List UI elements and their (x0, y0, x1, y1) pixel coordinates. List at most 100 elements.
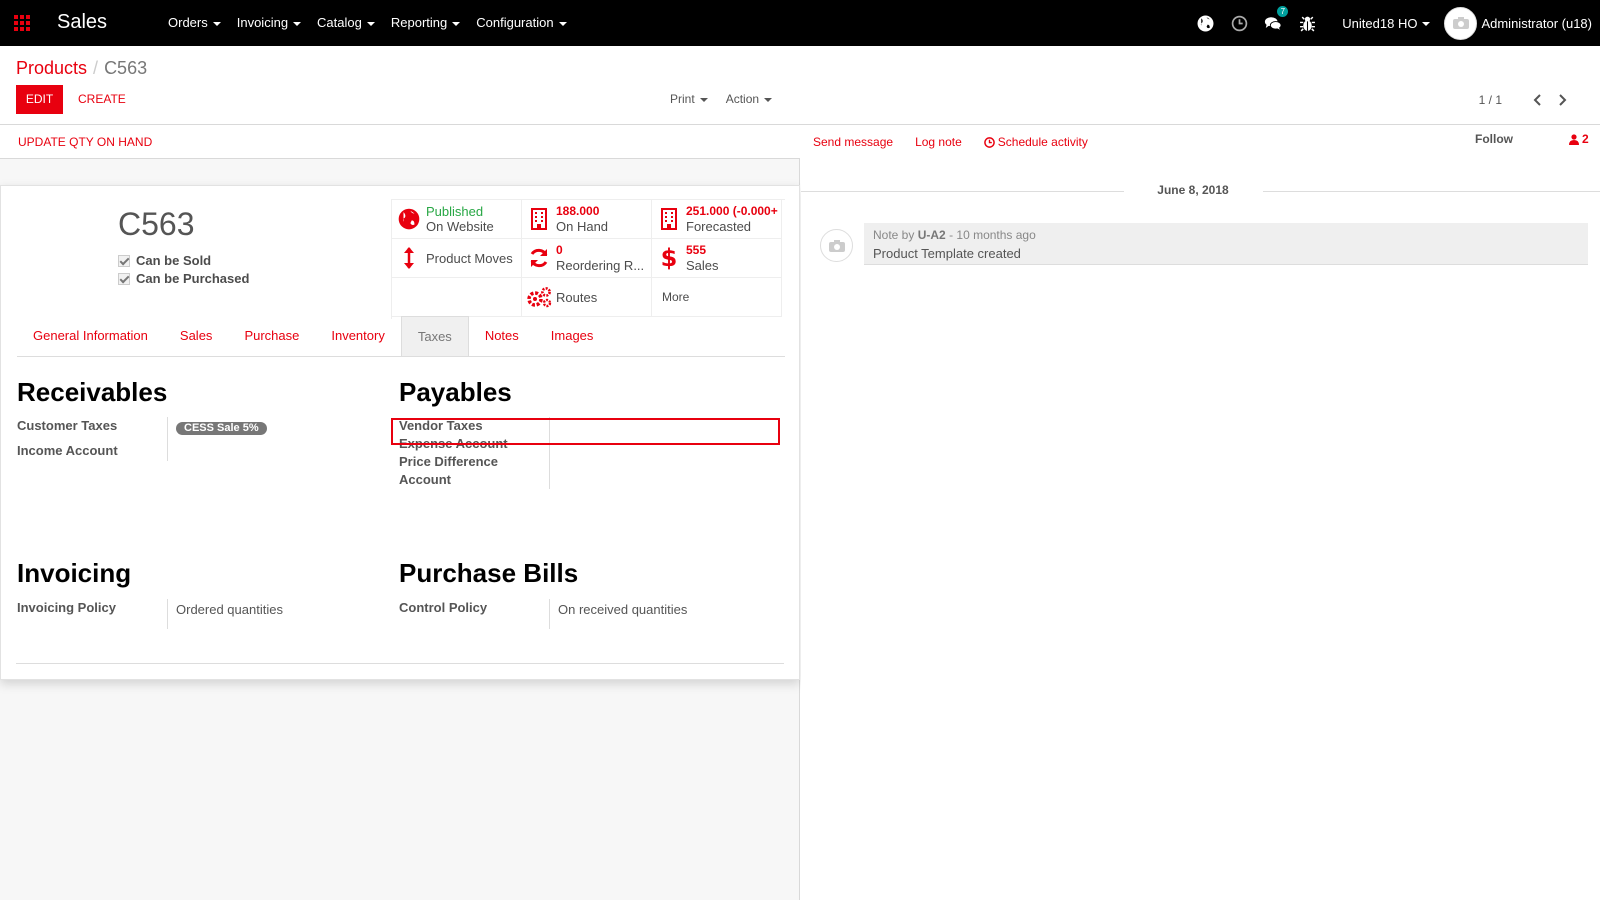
more-label: More (662, 289, 690, 304)
print-dropdown[interactable]: Print (670, 85, 708, 114)
chat-icon[interactable]: 7 (1264, 6, 1289, 32)
product-name: C563 (118, 206, 195, 242)
tab-inventory[interactable]: Inventory (315, 316, 400, 356)
invoicing-policy-value: Ordered quantities (176, 602, 283, 617)
note-author[interactable]: U-A2 (918, 228, 946, 242)
company-switcher[interactable]: United18 HO (1342, 16, 1431, 31)
published-label: On Website (426, 219, 494, 234)
chatter-message: Note by U-A2 - 10 months ago Product Tem… (864, 223, 1588, 265)
menu-invoicing[interactable]: Invoicing (229, 0, 309, 46)
caret-down-icon (699, 97, 708, 102)
sales-button[interactable]: $ 555 Sales (652, 239, 782, 278)
on-hand-button[interactable]: 188.000 On Hand (522, 200, 652, 239)
globe-icon (398, 208, 420, 230)
action-dropdown[interactable]: Action (726, 85, 773, 114)
published-value: Published (426, 204, 484, 219)
apps-menu-icon[interactable] (14, 15, 31, 31)
tab-purchase[interactable]: Purchase (228, 316, 315, 356)
field-divider (549, 599, 550, 629)
product-moves-button[interactable]: Product Moves (392, 239, 522, 278)
control-panel: Products / C563 EDIT CREATE Print Action 1… (0, 46, 1600, 125)
building-icon (531, 208, 547, 230)
date-separator: June 8, 2018 (1157, 183, 1229, 197)
can-be-purchased-checkbox[interactable] (118, 272, 130, 285)
log-note-button[interactable]: Log note (915, 135, 962, 149)
reordering-label: Reordering R... (556, 258, 645, 273)
pager-value[interactable]: 1 / 1 (1479, 93, 1502, 107)
chatter: Send message Log note Schedule activity … (801, 125, 1600, 900)
breadcrumb: Products / C563 (16, 58, 147, 79)
can-be-sold-checkbox[interactable] (118, 254, 130, 267)
menu-reporting[interactable]: Reporting (383, 0, 468, 46)
message-header: Note by U-A2 - 10 months ago (873, 228, 1579, 242)
price-difference-label: Price Difference (399, 454, 498, 469)
form-statusbar: UPDATE QTY ON HAND (0, 125, 800, 159)
chatter-topbar: Send message Log note Schedule activity (813, 135, 1110, 149)
tab-taxes[interactable]: Taxes (400, 316, 469, 356)
control-policy-value: On received quantities (558, 602, 688, 617)
more-button[interactable]: More (652, 278, 782, 317)
chat-badge: 7 (1277, 6, 1289, 17)
field-divider (167, 599, 168, 629)
schedule-activity-button[interactable]: Schedule activity (983, 135, 1088, 149)
reordering-rules-button[interactable]: 0 Reordering R... (522, 239, 652, 278)
note-time: - 10 months ago (949, 228, 1036, 242)
note-prefix: Note by (873, 228, 915, 242)
routes-label: Routes (556, 289, 598, 305)
user-menu[interactable]: Administrator (u18) (1444, 6, 1592, 40)
chevron-left-icon[interactable] (1530, 93, 1544, 107)
avatar[interactable] (820, 229, 853, 262)
svg-text:$: $ (661, 245, 677, 271)
menu-orders[interactable]: Orders (160, 0, 229, 46)
chevron-right-icon[interactable] (1556, 93, 1570, 107)
tab-notes[interactable]: Notes (469, 316, 535, 356)
sheet-divider (16, 663, 784, 664)
create-button[interactable]: CREATE (74, 85, 130, 114)
caret-down-icon (558, 21, 567, 26)
followers-button[interactable]: 2 (1569, 132, 1589, 146)
forecasted-value: 251.000 (-0.000+ (686, 204, 778, 218)
published-button[interactable]: Published On Website (392, 200, 522, 239)
reordering-value: 0 (556, 243, 563, 257)
smart-buttons: Published On Website 188.000 On Hand 251.0… (391, 199, 785, 319)
caret-down-icon (764, 97, 773, 102)
caret-down-icon (212, 21, 221, 26)
menu-configuration[interactable]: Configuration (468, 0, 574, 46)
user-name: Administrator (u18) (1481, 15, 1592, 31)
main-menu: Orders Invoicing Catalog Reporting Confi… (160, 0, 575, 46)
globe-icon[interactable] (1196, 14, 1214, 32)
menu-catalog[interactable]: Catalog (309, 0, 383, 46)
on-hand-value: 188.000 (556, 204, 600, 218)
pager: 1 / 1 (1479, 85, 1570, 114)
breadcrumb-products[interactable]: Products (16, 58, 87, 78)
form-view: UPDATE QTY ON HAND C563 Can be Sold Can … (0, 125, 800, 900)
routes-button[interactable]: Routes (522, 278, 652, 317)
send-message-button[interactable]: Send message (813, 135, 893, 149)
tab-images[interactable]: Images (535, 316, 610, 356)
update-qty-button[interactable]: UPDATE QTY ON HAND (18, 135, 152, 149)
receivables-title: Receivables (17, 377, 168, 407)
forecasted-button[interactable]: 251.000 (-0.000+ Forecasted (652, 200, 782, 239)
breadcrumb-separator: / (93, 58, 99, 78)
tab-sales[interactable]: Sales (164, 316, 229, 356)
bug-icon[interactable] (1298, 14, 1316, 32)
invoicing-title: Invoicing (17, 558, 132, 588)
follow-button[interactable]: Follow (1475, 132, 1513, 146)
edit-button[interactable]: EDIT (16, 85, 63, 114)
clock-icon[interactable] (1230, 14, 1248, 32)
avatar (1444, 6, 1478, 40)
forecasted-label: Forecasted (686, 219, 752, 234)
date-line-left (801, 191, 1123, 192)
sidebar-actions: Print Action (670, 85, 790, 114)
building-icon (661, 208, 677, 230)
caret-down-icon (452, 21, 461, 26)
date-line-right (1263, 191, 1600, 192)
caret-down-icon (293, 21, 302, 26)
product-moves-label: Product Moves (426, 250, 513, 266)
tab-general-information[interactable]: General Information (17, 316, 164, 356)
vendor-taxes-label: Vendor Taxes (399, 418, 483, 433)
clock-icon (983, 136, 995, 148)
notebook-tabs: General Information Sales Purchase Inven… (17, 316, 785, 357)
schedule-activity-label: Schedule activity (997, 135, 1088, 149)
customer-tax-tag[interactable]: CESS Sale 5% (176, 422, 267, 435)
